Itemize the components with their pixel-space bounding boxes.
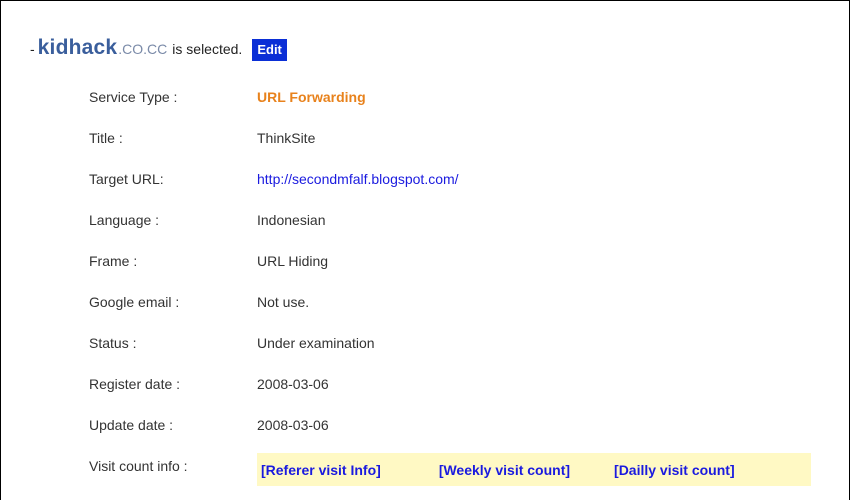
- target-url-link[interactable]: http://secondmfalf.blogspot.com/: [257, 171, 459, 187]
- title-label: Title :: [89, 130, 123, 146]
- visit-count-links: [Referer visit Info] [Weekly visit count…: [257, 453, 811, 486]
- update-date-row: Update date : 2008-03-06: [89, 412, 819, 438]
- selected-text: is selected.: [172, 41, 243, 57]
- target-url-label: Target URL:: [89, 171, 164, 187]
- domain-details: Service Type : URL Forwarding Title : Th…: [89, 84, 819, 494]
- language-value: Indonesian: [257, 212, 326, 228]
- edit-button[interactable]: Edit: [252, 39, 287, 61]
- language-row: Language : Indonesian: [89, 207, 819, 233]
- google-email-label: Google email :: [89, 294, 180, 310]
- register-date-value: 2008-03-06: [257, 376, 329, 392]
- register-date-label: Register date :: [89, 376, 181, 392]
- service-type-row: Service Type : URL Forwarding: [89, 84, 819, 110]
- frame-label: Frame :: [89, 253, 138, 269]
- daily-visit-count-link[interactable]: [Dailly visit count]: [614, 462, 735, 478]
- update-date-value: 2008-03-06: [257, 417, 329, 433]
- visit-count-row: Visit count info : [Referer visit Info] …: [89, 453, 819, 486]
- referer-visit-info-link[interactable]: [Referer visit Info]: [261, 462, 381, 478]
- google-email-row: Google email : Not use.: [89, 289, 819, 315]
- update-date-label: Update date :: [89, 417, 174, 433]
- register-date-row: Register date : 2008-03-06: [89, 371, 819, 397]
- title-row: Title : ThinkSite: [89, 125, 819, 151]
- status-label: Status :: [89, 335, 137, 351]
- target-url-row: Target URL: http://secondmfalf.blogspot.…: [89, 166, 819, 192]
- domain-name: kidhack: [37, 36, 118, 59]
- title-value: ThinkSite: [257, 130, 316, 146]
- frame-row: Frame : URL Hiding: [89, 248, 819, 274]
- status-value: Under examination: [257, 335, 375, 351]
- header-dash: -: [30, 41, 35, 57]
- service-type-label: Service Type :: [89, 89, 178, 105]
- domain-suffix: .CO.CC: [118, 41, 168, 57]
- language-label: Language :: [89, 212, 160, 228]
- service-type-value: URL Forwarding: [257, 89, 366, 105]
- google-email-value: Not use.: [257, 294, 310, 310]
- frame-value: URL Hiding: [257, 253, 329, 269]
- status-row: Status : Under examination: [89, 330, 819, 356]
- visit-count-label: Visit count info :: [89, 458, 188, 474]
- domain-header: - kidhack .CO.CC is selected. Edit: [30, 36, 287, 62]
- weekly-visit-count-link[interactable]: [Weekly visit count]: [439, 462, 570, 478]
